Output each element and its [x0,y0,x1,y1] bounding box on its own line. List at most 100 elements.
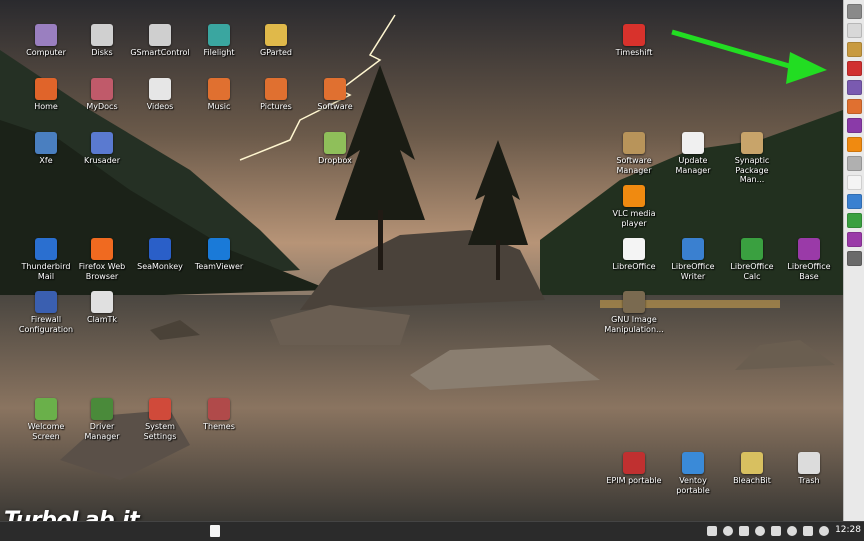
panel-writer-icon[interactable] [847,194,862,209]
desktop-icon-system-settings[interactable]: System Settings [130,398,190,441]
panel-vlc-icon[interactable] [847,137,862,152]
folder-icon[interactable] [707,526,717,536]
desktop-icon-libreoffice-base[interactable]: LibreOffice Base [779,238,839,281]
desktop-icon-epim[interactable]: EPIM portable [604,452,664,486]
panel-media-icon[interactable] [847,80,862,95]
desktop-icon-label: ClamTk [86,315,118,324]
desktop-icon-software-manager[interactable]: Software Manager [604,132,664,175]
desktop-icon-bleachbit[interactable]: BleachBit [722,452,782,486]
gparted-icon [265,24,287,46]
trash-icon [798,452,820,474]
desktop-icon-gsmartcontrol[interactable]: GSmartControl [130,24,190,58]
desktop-icon-label: Software [317,102,353,111]
panel-record-icon[interactable] [847,61,862,76]
network-icon[interactable] [787,526,797,536]
themes-icon [208,398,230,420]
desktop-icon-driver-manager[interactable]: Driver Manager [72,398,132,441]
desktop-icon-xfe[interactable]: Xfe [16,132,76,166]
desktop-icon-label: Music [207,102,231,111]
krusader-icon [91,132,113,154]
desktop-icon-gparted[interactable]: GParted [246,24,306,58]
panel-files-icon[interactable] [847,42,862,57]
desktop-icon-home-folder[interactable]: Home [16,78,76,112]
printer-icon[interactable] [771,526,781,536]
desktop-icon-label: LibreOffice [612,262,656,271]
desktop-icon-computer[interactable]: Computer [16,24,76,58]
timeshift-icon [623,24,645,46]
panel-gimp-icon[interactable] [847,251,862,266]
desktop-icon-label: LibreOffice Base [787,262,831,281]
desktop-icon-label: Dropbox [318,156,352,165]
panel-photos-icon[interactable] [847,99,862,114]
brightness-icon[interactable] [819,526,829,536]
desktop-icon-firefox[interactable]: Firefox Web Browser [72,238,132,281]
taskbar: 12:28 [0,521,864,541]
desktop-icon-label: Pictures [260,102,292,111]
desktop-icon-mydocs-folder[interactable]: MyDocs [72,78,132,112]
panel-calc-icon[interactable] [847,213,862,228]
thunderbird-icon [35,238,57,260]
start-menu-icon[interactable] [210,525,220,537]
desktop-icon-trash[interactable]: Trash [779,452,839,486]
libreoffice-calc-icon [741,238,763,260]
desktop-icon-label: Firewall Configuration [18,315,74,334]
desktop-icon-thunderbird[interactable]: Thunderbird Mail [16,238,76,281]
software-manager-icon [623,132,645,154]
desktop-icon-label: Xfe [39,156,53,165]
desktop-icon-welcome-screen[interactable]: Welcome Screen [16,398,76,441]
desktop-icon-krusader[interactable]: Krusader [72,132,132,166]
desktop-icon-music-folder[interactable]: Music [189,78,249,112]
desktop-icon-label: Computer [26,48,66,57]
seamonkey-icon [149,238,171,260]
ventoy-icon [682,452,704,474]
desktop-icon-disks[interactable]: Disks [72,24,132,58]
desktop-icon-libreoffice-calc[interactable]: LibreOffice Calc [722,238,782,281]
desktop-icon-label: Timeshift [615,48,653,57]
libreoffice-base-icon [798,238,820,260]
desktop-icon-vlc[interactable]: VLC media player [604,185,664,228]
panel-document-icon[interactable] [847,175,862,190]
desktop-icon-label: SeaMonkey [137,262,183,271]
disks-icon [91,24,113,46]
clock[interactable]: 12:28 [835,525,861,535]
desktop-icon-synaptic[interactable]: Synaptic Package Man... [722,132,782,185]
desktop-icon-teamviewer[interactable]: TeamViewer [189,238,249,272]
desktop-icon-filelight[interactable]: Filelight [189,24,249,58]
desktop-icon-dropbox-folder[interactable]: Dropbox [305,132,365,166]
panel-purple-icon[interactable] [847,118,862,133]
desktop-icon-ventoy[interactable]: Ventoy portable [663,452,723,495]
desktop-icon-label: Thunderbird Mail [21,262,71,281]
desktop-icon-label: Home [34,102,58,111]
panel-edit-icon[interactable] [847,156,862,171]
desktop-icon-libreoffice-writer[interactable]: LibreOffice Writer [663,238,723,281]
volume-icon[interactable] [803,526,813,536]
desktop-icon-videos-folder[interactable]: Videos [130,78,190,112]
desktop-icon-timeshift[interactable]: Timeshift [604,24,664,58]
music-folder-icon [208,78,230,100]
dropbox-icon[interactable] [739,526,749,536]
desktop-icon-update-manager[interactable]: Update Manager [663,132,723,175]
desktop-icon-label: Disks [91,48,113,57]
shield-icon[interactable] [723,526,733,536]
desktop-icon-themes[interactable]: Themes [189,398,249,432]
desktop-icon-libreoffice[interactable]: LibreOffice [604,238,664,272]
bluetooth-icon[interactable] [755,526,765,536]
desktop-icon-gimp[interactable]: GNU Image Manipulation... [604,291,664,334]
panel-blank-icon[interactable] [847,23,862,38]
desktop-icon-firewall[interactable]: Firewall Configuration [16,291,76,334]
desktop-icon-clamtk[interactable]: ClamTk [72,291,132,325]
panel-menu-icon[interactable] [847,4,862,19]
epim-icon [623,452,645,474]
desktop-icon-label: TeamViewer [194,262,244,271]
teamviewer-icon [208,238,230,260]
desktop-icon-label: Software Manager [616,156,652,175]
desktop-icon-software-folder[interactable]: Software [305,78,365,112]
gsmartcontrol-icon [149,24,171,46]
panel-base-icon[interactable] [847,232,862,247]
desktop-icon-pictures-folder[interactable]: Pictures [246,78,306,112]
desktop-icon-seamonkey[interactable]: SeaMonkey [130,238,190,272]
pictures-folder-icon [265,78,287,100]
desktop-icon-label: System Settings [143,422,177,441]
side-launcher-panel [843,0,864,521]
desktop-icon-label: Krusader [84,156,120,165]
